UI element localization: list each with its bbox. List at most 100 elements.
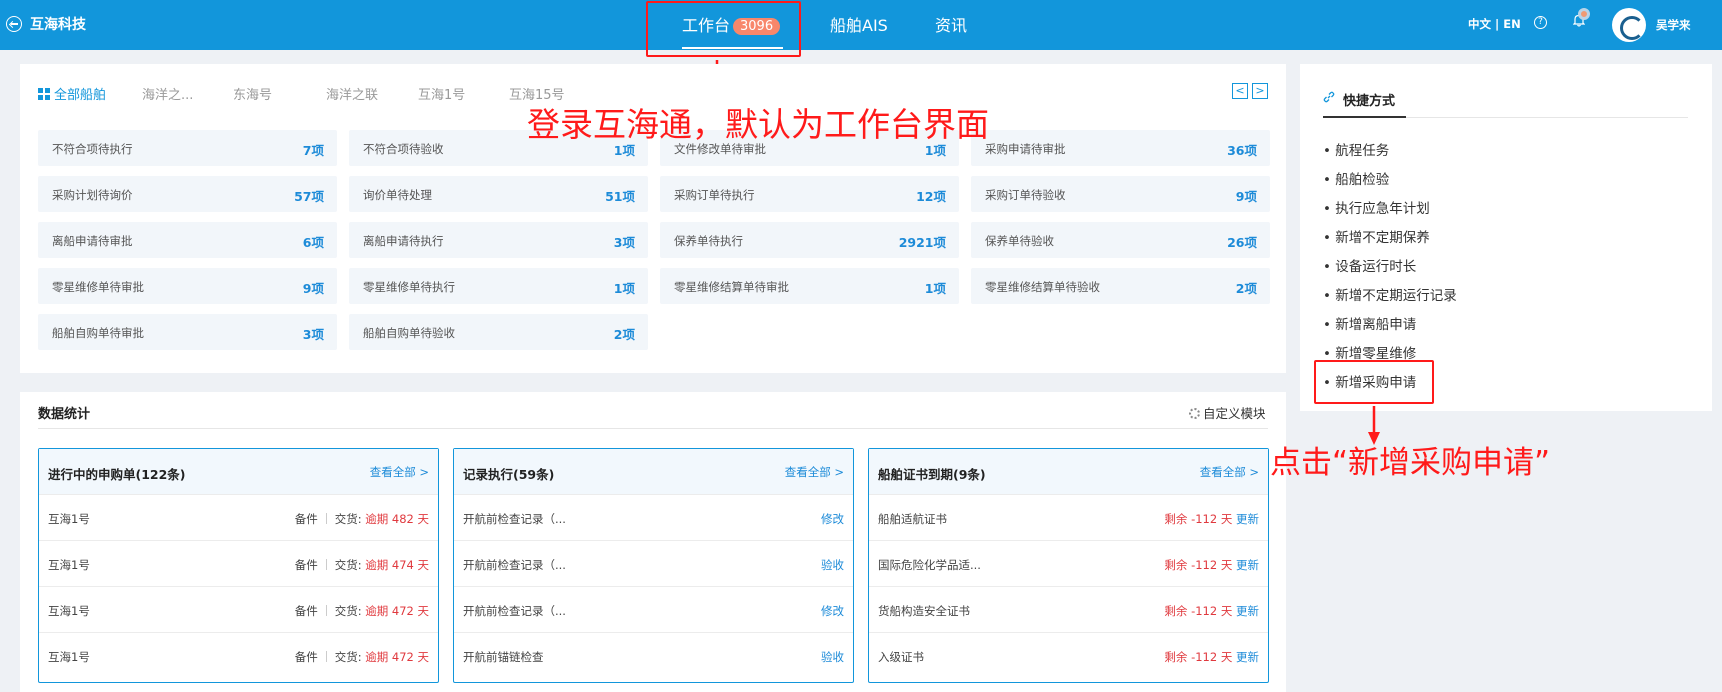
customize-module-button[interactable]: 自定义模块 bbox=[1189, 403, 1266, 422]
task-item[interactable]: 采购计划待询价 57项 bbox=[38, 176, 337, 212]
overdue-status: 逾期 bbox=[365, 604, 389, 618]
item-detail: 剩余 -112 天 更新 bbox=[1164, 603, 1259, 619]
task-item[interactable]: 不符合项待执行 7项 bbox=[38, 130, 337, 166]
task-item[interactable]: 零星维修单待执行 1项 bbox=[349, 268, 648, 304]
task-count[interactable]: 2项 bbox=[614, 324, 635, 343]
update-link[interactable]: 更新 bbox=[1236, 512, 1259, 526]
tab-news[interactable]: 资讯 bbox=[935, 12, 967, 36]
card-header: 船舶证书到期(9条) 查看全部 > bbox=[869, 449, 1268, 494]
update-link[interactable]: 更新 bbox=[1236, 604, 1259, 618]
avatar[interactable] bbox=[1612, 8, 1646, 42]
quick-title: 快捷方式 bbox=[1343, 94, 1396, 109]
task-item[interactable]: 船舶自购单待验收 2项 bbox=[349, 314, 648, 350]
quick-link[interactable]: • 执行应急年计划 bbox=[1323, 197, 1430, 217]
list-item[interactable]: 船舶适航证书 剩余 -112 天 更新 bbox=[869, 494, 1268, 540]
list-item[interactable]: 国际危险化学品适... 剩余 -112 天 更新 bbox=[869, 540, 1268, 586]
back-icon[interactable] bbox=[6, 16, 22, 32]
task-count[interactable]: 9项 bbox=[1236, 186, 1257, 205]
tab-ship-ais[interactable]: 船舶AIS bbox=[830, 12, 888, 36]
update-link[interactable]: 更新 bbox=[1236, 650, 1259, 664]
ship-tab-2[interactable]: 东海号 bbox=[233, 84, 272, 103]
quick-link[interactable]: • 新增不定期运行记录 bbox=[1323, 284, 1457, 304]
task-count[interactable]: 3项 bbox=[303, 324, 324, 343]
list-item[interactable]: 开航前检查记录（... 验收 bbox=[454, 540, 853, 586]
task-item[interactable]: 离船申请待执行 3项 bbox=[349, 222, 648, 258]
update-link[interactable]: 更新 bbox=[1236, 558, 1259, 572]
separator bbox=[325, 605, 327, 616]
task-count[interactable]: 1项 bbox=[925, 278, 946, 297]
ship-tabs: 全部船舶 海洋之... 东海号 海洋之联 互海1号 互海15号 bbox=[38, 84, 565, 103]
task-count[interactable]: 2921项 bbox=[899, 232, 946, 251]
list-item[interactable]: 开航前检查记录（... 修改 bbox=[454, 494, 853, 540]
overdue-days: 472 天 bbox=[391, 604, 429, 618]
item-detail: 剩余 -112 天 更新 bbox=[1164, 511, 1259, 527]
task-label: 零星维修结算单待审批 bbox=[674, 280, 789, 294]
task-item[interactable]: 采购申请待审批 36项 bbox=[971, 130, 1270, 166]
quick-link[interactable]: • 设备运行时长 bbox=[1323, 255, 1416, 275]
task-item[interactable]: 保养单待执行 2921项 bbox=[660, 222, 959, 258]
record-action-link[interactable]: 验收 bbox=[821, 650, 844, 664]
item-type: 备件 bbox=[294, 650, 318, 664]
task-count[interactable]: 3项 bbox=[614, 232, 635, 251]
task-count[interactable]: 51项 bbox=[605, 186, 635, 205]
record-action-link[interactable]: 修改 bbox=[821, 604, 844, 618]
task-count[interactable]: 57项 bbox=[294, 186, 324, 205]
view-all-link[interactable]: 查看全部 > bbox=[1200, 464, 1259, 480]
help-icon[interactable]: ? bbox=[1534, 16, 1547, 29]
item-detail: 备件 交货: 逾期 472 天 bbox=[295, 603, 429, 619]
quick-link[interactable]: • 新增离船申请 bbox=[1323, 313, 1416, 333]
task-count[interactable]: 36项 bbox=[1227, 140, 1257, 159]
task-item[interactable]: 采购订单待执行 12项 bbox=[660, 176, 959, 212]
quick-link[interactable]: • 航程任务 bbox=[1323, 139, 1389, 159]
task-label: 船舶自购单待验收 bbox=[363, 326, 455, 340]
task-count[interactable]: 9项 bbox=[303, 278, 324, 297]
prev-page-button[interactable]: < bbox=[1232, 83, 1248, 99]
list-item[interactable]: 货船构造安全证书 剩余 -112 天 更新 bbox=[869, 586, 1268, 632]
card-header: 记录执行(59条) 查看全部 > bbox=[454, 449, 853, 494]
task-item[interactable]: 零星维修结算单待审批 1项 bbox=[660, 268, 959, 304]
delivery-label: 交货: bbox=[334, 650, 362, 664]
list-item[interactable]: 开航前检查记录（... 修改 bbox=[454, 586, 853, 632]
task-item[interactable]: 询价单待处理 51项 bbox=[349, 176, 648, 212]
task-count[interactable]: 6项 bbox=[303, 232, 324, 251]
task-label: 零星维修结算单待验收 bbox=[985, 280, 1100, 294]
record-action-link[interactable]: 验收 bbox=[821, 558, 844, 572]
task-label: 保养单待执行 bbox=[674, 234, 743, 248]
task-item[interactable]: 保养单待验收 26项 bbox=[971, 222, 1270, 258]
task-count[interactable]: 7项 bbox=[303, 140, 324, 159]
task-count[interactable]: 2项 bbox=[1236, 278, 1257, 297]
quick-link[interactable]: • 新增零星维修 bbox=[1323, 342, 1416, 362]
task-label: 采购申请待审批 bbox=[985, 142, 1066, 156]
list-item[interactable]: 入级证书 剩余 -112 天 更新 bbox=[869, 632, 1268, 678]
task-item[interactable]: 离船申请待审批 6项 bbox=[38, 222, 337, 258]
task-item[interactable]: 零星维修单待审批 9项 bbox=[38, 268, 337, 304]
ship-tab-1[interactable]: 海洋之... bbox=[142, 84, 193, 103]
list-item[interactable]: 互海1号 备件 交货: 逾期 472 天 bbox=[39, 586, 438, 632]
task-item[interactable]: 船舶自购单待审批 3项 bbox=[38, 314, 337, 350]
list-item[interactable]: 开航前锚链检查 验收 bbox=[454, 632, 853, 678]
list-item[interactable]: 互海1号 备件 交货: 逾期 474 天 bbox=[39, 540, 438, 586]
language-switch[interactable]: 中文 | EN bbox=[1468, 16, 1521, 32]
stats-title: 数据统计 bbox=[38, 407, 91, 422]
task-label: 不符合项待执行 bbox=[52, 142, 133, 156]
ship-tab-all[interactable]: 全部船舶 bbox=[38, 84, 106, 103]
task-count[interactable]: 1项 bbox=[614, 278, 635, 297]
list-item[interactable]: 互海1号 备件 交货: 逾期 482 天 bbox=[39, 494, 438, 540]
brand[interactable]: 互海科技 bbox=[6, 14, 86, 34]
view-all-link[interactable]: 查看全部 > bbox=[785, 464, 844, 480]
list-item[interactable]: 互海1号 备件 交货: 逾期 472 天 bbox=[39, 632, 438, 678]
view-all-link[interactable]: 查看全部 > bbox=[370, 464, 429, 480]
task-count[interactable]: 12项 bbox=[916, 186, 946, 205]
ship-tab-all-label: 全部船舶 bbox=[54, 88, 107, 103]
record-action-link[interactable]: 修改 bbox=[821, 512, 844, 526]
next-page-button[interactable]: > bbox=[1252, 83, 1268, 99]
task-item[interactable]: 零星维修结算单待验收 2项 bbox=[971, 268, 1270, 304]
username[interactable]: 吴学来 bbox=[1656, 17, 1691, 33]
quick-link[interactable]: • 新增不定期保养 bbox=[1323, 226, 1430, 246]
quick-link[interactable]: • 船舶检验 bbox=[1323, 168, 1389, 188]
ship-tab-4[interactable]: 互海1号 bbox=[418, 84, 465, 103]
task-count[interactable]: 26项 bbox=[1227, 232, 1257, 251]
top-bar: 互海科技 工作台 3096 船舶AIS 资讯 中文 | EN ? 吴学来 bbox=[0, 0, 1722, 50]
ship-tab-3[interactable]: 海洋之联 bbox=[326, 84, 378, 103]
task-item[interactable]: 采购订单待验收 9项 bbox=[971, 176, 1270, 212]
